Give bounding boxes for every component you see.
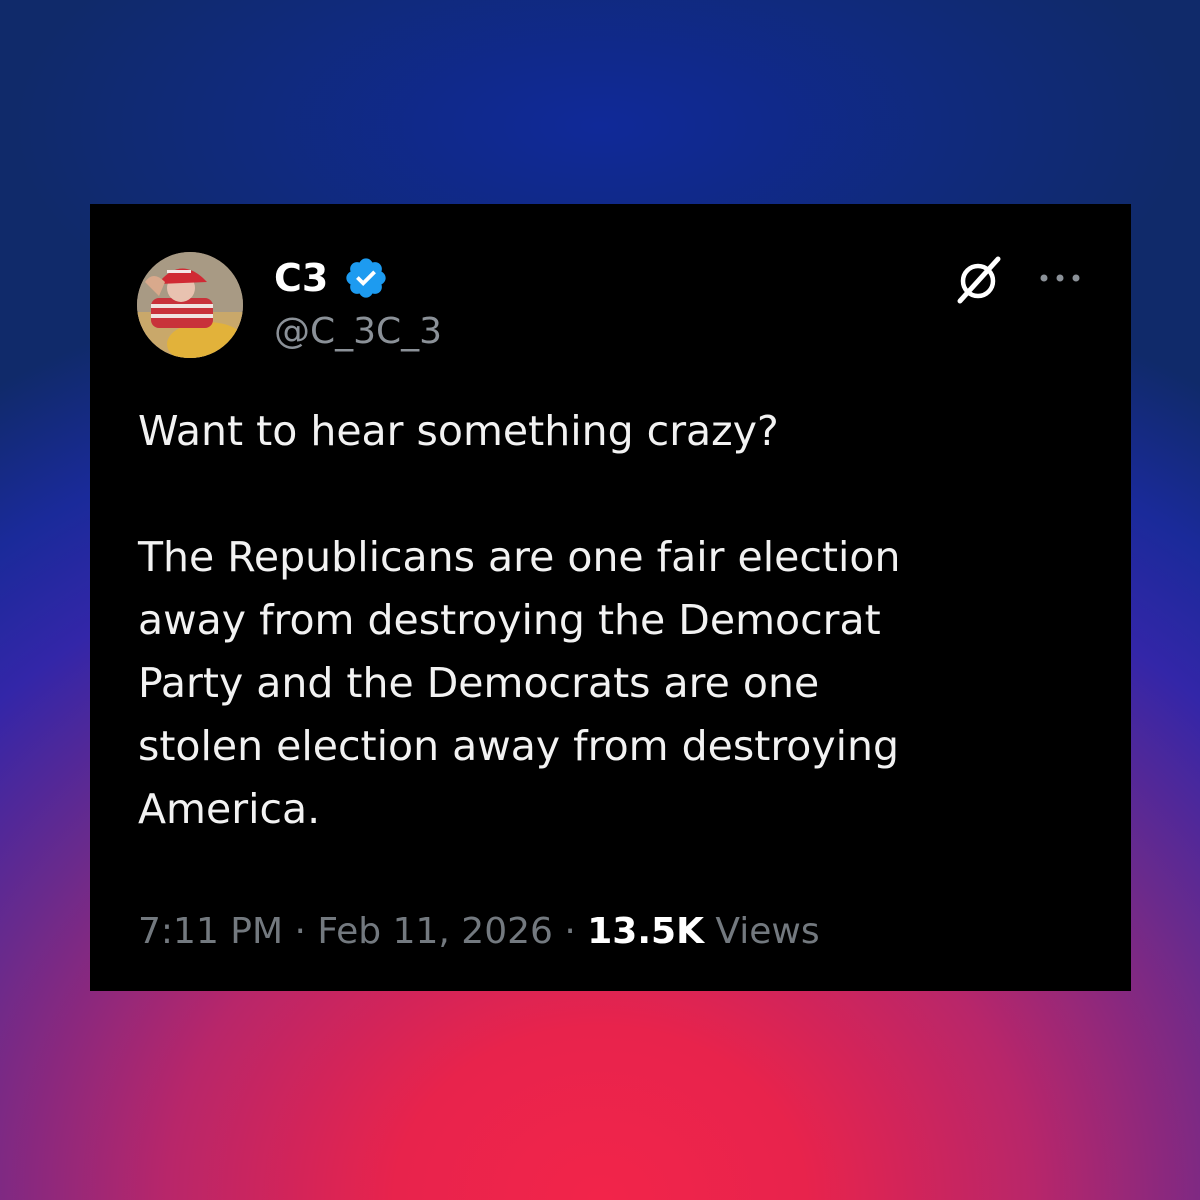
tweet-time[interactable]: 7:11 PM xyxy=(138,911,283,952)
grok-icon[interactable] xyxy=(952,251,1008,307)
more-options-icon[interactable] xyxy=(1038,270,1082,286)
avatar-image xyxy=(137,252,243,358)
views-label: Views xyxy=(703,911,820,952)
avatar[interactable] xyxy=(137,252,243,358)
tweet-card: C3 @C_3C_3 Want to hear something crazy?… xyxy=(90,204,1131,991)
tweet-text-line-1: Want to hear something crazy? xyxy=(138,407,779,455)
user-handle[interactable]: @C_3C_3 xyxy=(274,310,442,354)
meta-separator: · xyxy=(283,911,318,952)
views-count[interactable]: 13.5K xyxy=(587,911,704,952)
display-name[interactable]: C3 xyxy=(274,256,328,300)
verified-badge-icon xyxy=(346,258,386,298)
tweet-date[interactable]: Feb 11, 2026 xyxy=(317,911,553,952)
meta-separator: · xyxy=(552,911,588,952)
tweet-text: Want to hear something crazy? The Republ… xyxy=(138,400,1098,841)
tweet-text-body: The Republicans are one fair election aw… xyxy=(138,533,901,833)
tweet-meta: 7:11 PM · Feb 11, 2026 · 13.5K Views xyxy=(138,910,820,954)
